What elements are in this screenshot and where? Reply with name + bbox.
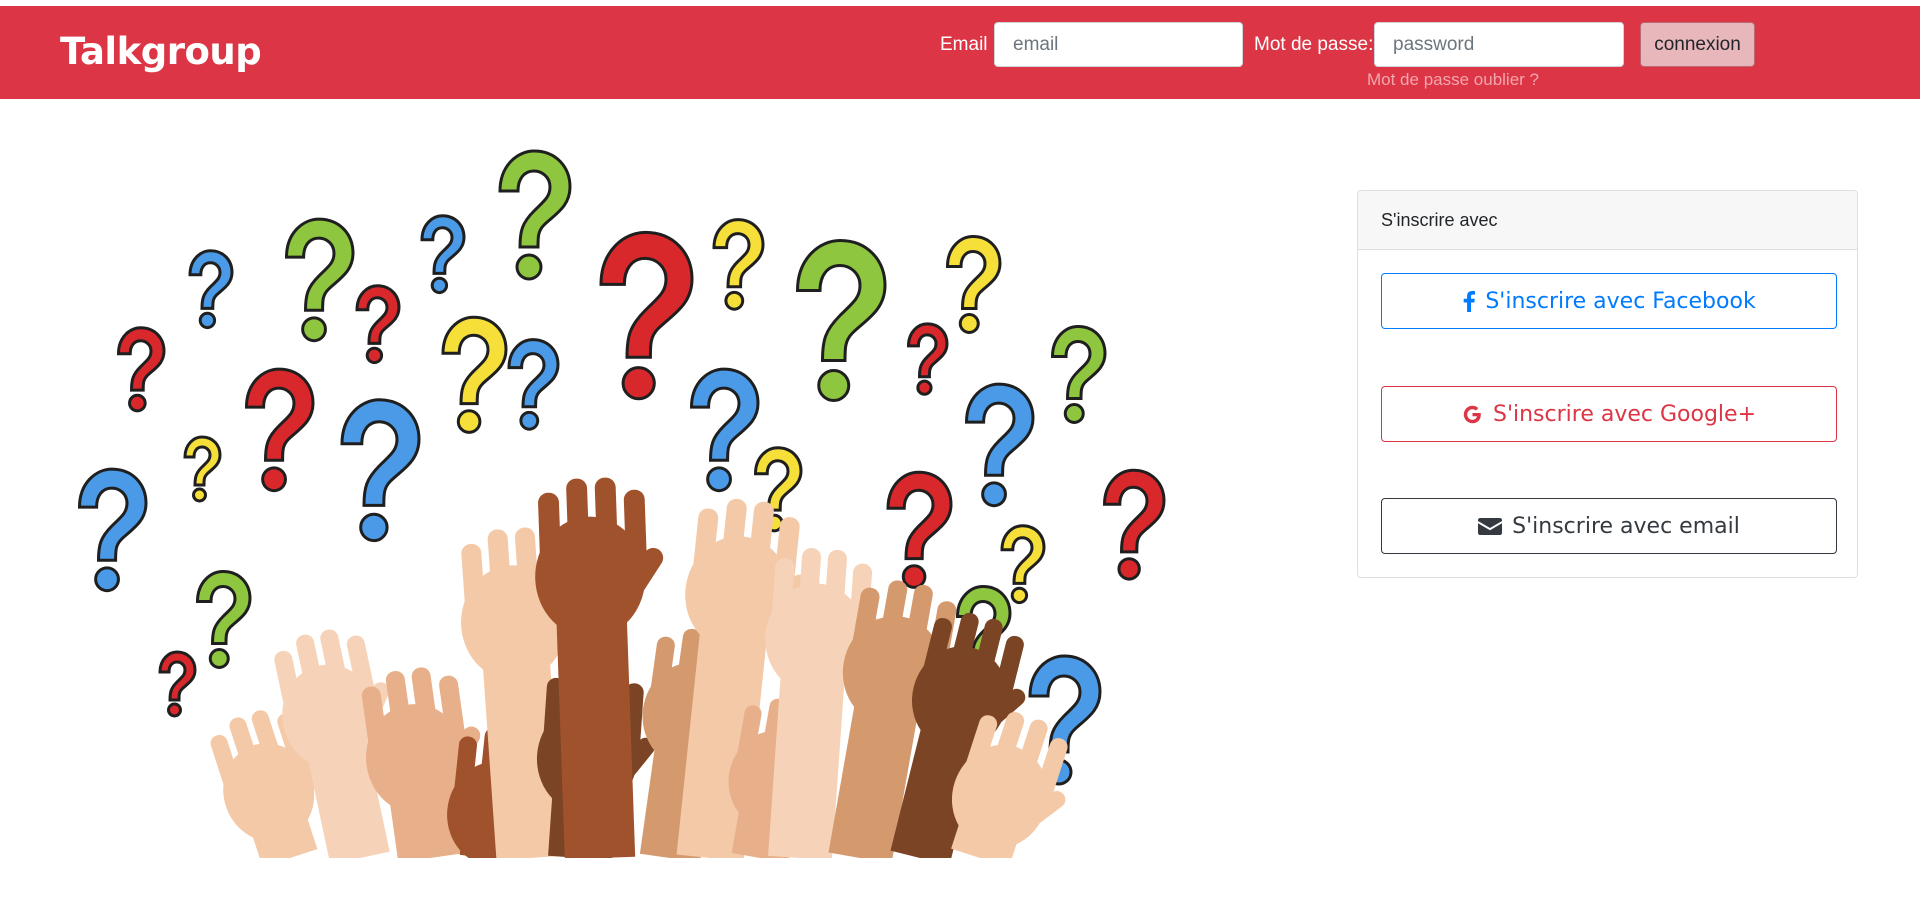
question-mark-icon: [420, 214, 466, 295]
signup-google-button[interactable]: S'inscrire avec Google+: [1381, 386, 1837, 442]
question-mark-icon: [158, 650, 197, 718]
navbar: Talkgroup Email : Mot de passe: connexio…: [0, 6, 1920, 99]
signup-card: S'inscrire avec S'inscrire avec Facebook…: [1357, 190, 1858, 578]
question-mark-icon: [1050, 324, 1107, 424]
signup-facebook-button[interactable]: S'inscrire avec Facebook: [1381, 273, 1837, 329]
question-mark-icon: [498, 149, 572, 281]
question-mark-icon: [795, 238, 887, 402]
signup-email-label: S'inscrire avec email: [1512, 513, 1740, 539]
brand-logo[interactable]: Talkgroup: [60, 28, 262, 76]
question-mark-icon: [244, 367, 315, 493]
question-mark-icon: [964, 382, 1035, 508]
question-mark-icon: [886, 470, 953, 589]
hero-image: [60, 108, 1180, 858]
question-mark-icon: [712, 218, 765, 311]
question-mark-icon: [183, 435, 222, 503]
email-label: Email :: [940, 34, 999, 55]
question-mark-icon: [355, 284, 401, 365]
password-field[interactable]: [1374, 22, 1624, 67]
forgot-password-link[interactable]: Mot de passe oublier ?: [1367, 66, 1539, 94]
question-mark-icon: [1000, 524, 1046, 605]
question-mark-icon: [441, 315, 508, 434]
question-mark-icon: [945, 234, 1002, 334]
facebook-icon: [1462, 290, 1476, 312]
signup-email-button[interactable]: S'inscrire avec email: [1381, 498, 1837, 554]
question-mark-icon: [507, 338, 560, 431]
hands-question-marks-illustration: [77, 149, 1166, 858]
signup-google-label: S'inscrire avec Google+: [1492, 401, 1756, 427]
password-label: Mot de passe:: [1254, 34, 1374, 55]
signup-card-header: S'inscrire avec: [1358, 191, 1857, 250]
question-mark-icon: [1102, 468, 1166, 581]
envelope-icon: [1478, 517, 1503, 536]
connect-button[interactable]: connexion: [1640, 22, 1755, 67]
signup-facebook-label: S'inscrire avec Facebook: [1485, 288, 1756, 314]
question-mark-icon: [116, 326, 166, 413]
question-mark-icon: [599, 230, 694, 401]
question-mark-icon: [195, 569, 252, 669]
question-mark-icon: [188, 249, 234, 330]
email-field[interactable]: [994, 22, 1243, 67]
question-mark-icon: [906, 322, 949, 396]
question-mark-icon: [77, 467, 148, 593]
question-mark-icon: [689, 367, 760, 493]
question-mark-icon: [340, 398, 421, 543]
google-icon: [1462, 404, 1483, 425]
question-mark-icon: [284, 217, 355, 343]
